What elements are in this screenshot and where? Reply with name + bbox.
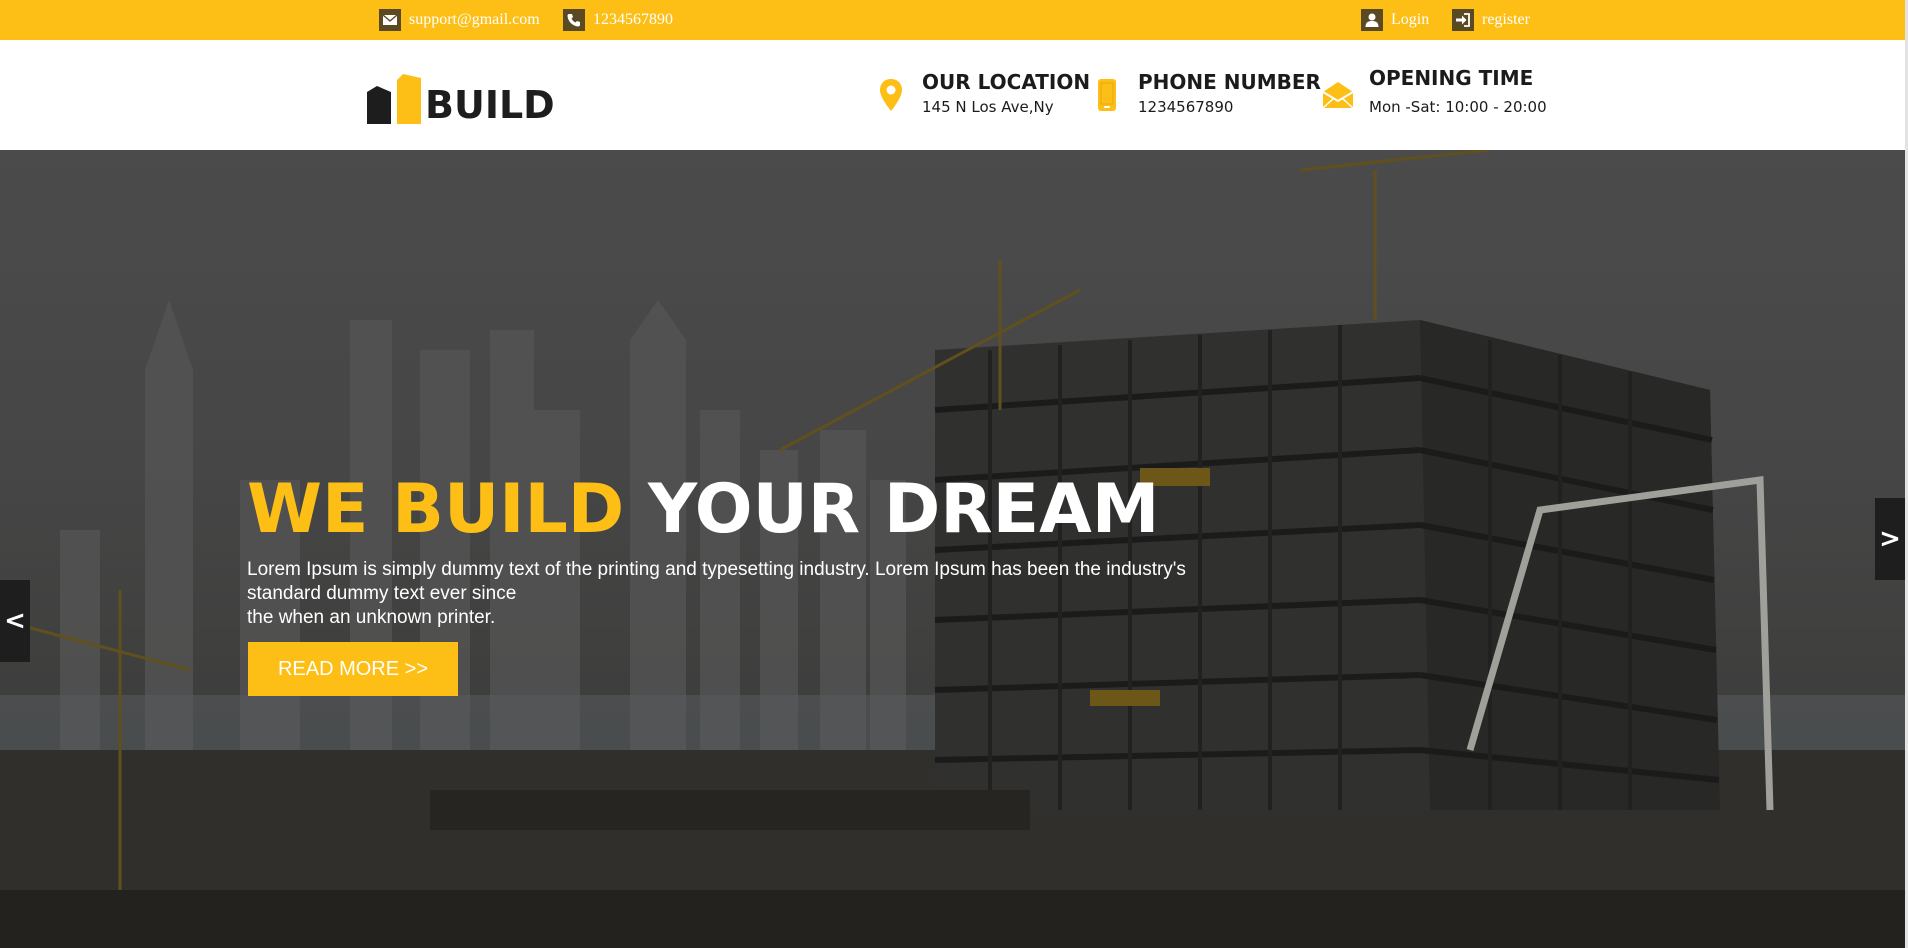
- read-more-button[interactable]: READ MORE >>: [248, 642, 458, 696]
- logo-buildings-icon: [367, 74, 421, 124]
- phone-icon: [563, 9, 585, 31]
- topbar-email[interactable]: support@gmail.com: [379, 0, 540, 40]
- phone-value: 1234567890: [1138, 98, 1234, 116]
- sign-in-icon: [1452, 9, 1474, 31]
- slider-prev-button[interactable]: <: [0, 580, 30, 662]
- hero-description: Lorem Ipsum is simply dummy text of the …: [247, 558, 1187, 630]
- hero-slider: WE BUILD YOUR DREAM Lorem Ipsum is simpl…: [0, 150, 1908, 948]
- mobile-icon: [1090, 70, 1124, 120]
- phone-link[interactable]: 1234567890: [593, 11, 673, 29]
- logo-text: BUILD: [425, 83, 555, 127]
- hours-title: OPENING TIME: [1369, 66, 1534, 90]
- info-location: OUR LOCATION 145 N Los Ave,Ny: [874, 70, 1090, 120]
- headline-accent: WE BUILD: [247, 470, 625, 549]
- login-link[interactable]: Login: [1391, 11, 1429, 29]
- map-pin-icon: [874, 70, 908, 120]
- envelope-open-icon: [1321, 70, 1355, 120]
- user-icon: [1361, 9, 1383, 31]
- top-bar: support@gmail.com 1234567890 Login regis…: [0, 0, 1908, 40]
- headline-rest: YOUR DREAM: [647, 470, 1160, 549]
- slider-next-button[interactable]: >: [1875, 498, 1905, 580]
- envelope-icon: [379, 9, 401, 31]
- topbar-phone[interactable]: 1234567890: [563, 0, 673, 40]
- hero-headline: WE BUILD YOUR DREAM: [247, 470, 1159, 550]
- location-title: OUR LOCATION: [922, 70, 1091, 94]
- topbar-register[interactable]: register: [1452, 0, 1530, 40]
- phone-title: PHONE NUMBER: [1138, 70, 1321, 94]
- hours-value: Mon -Sat: 10:00 - 20:00: [1369, 98, 1547, 116]
- info-hours: OPENING TIME Mon -Sat: 10:00 - 20:00: [1321, 66, 1547, 120]
- site-header: BUILD OUR LOCATION 145 N Los Ave,Ny PHON…: [0, 40, 1908, 150]
- email-link[interactable]: support@gmail.com: [409, 11, 540, 29]
- description-line-1: Lorem Ipsum is simply dummy text of the …: [247, 559, 1186, 604]
- description-line-2: the when an unknown printer.: [247, 607, 496, 628]
- logo[interactable]: BUILD: [367, 70, 555, 124]
- info-phone: PHONE NUMBER 1234567890: [1090, 70, 1321, 120]
- location-value: 145 N Los Ave,Ny: [922, 98, 1054, 116]
- register-link[interactable]: register: [1482, 11, 1530, 29]
- topbar-login[interactable]: Login: [1361, 0, 1429, 40]
